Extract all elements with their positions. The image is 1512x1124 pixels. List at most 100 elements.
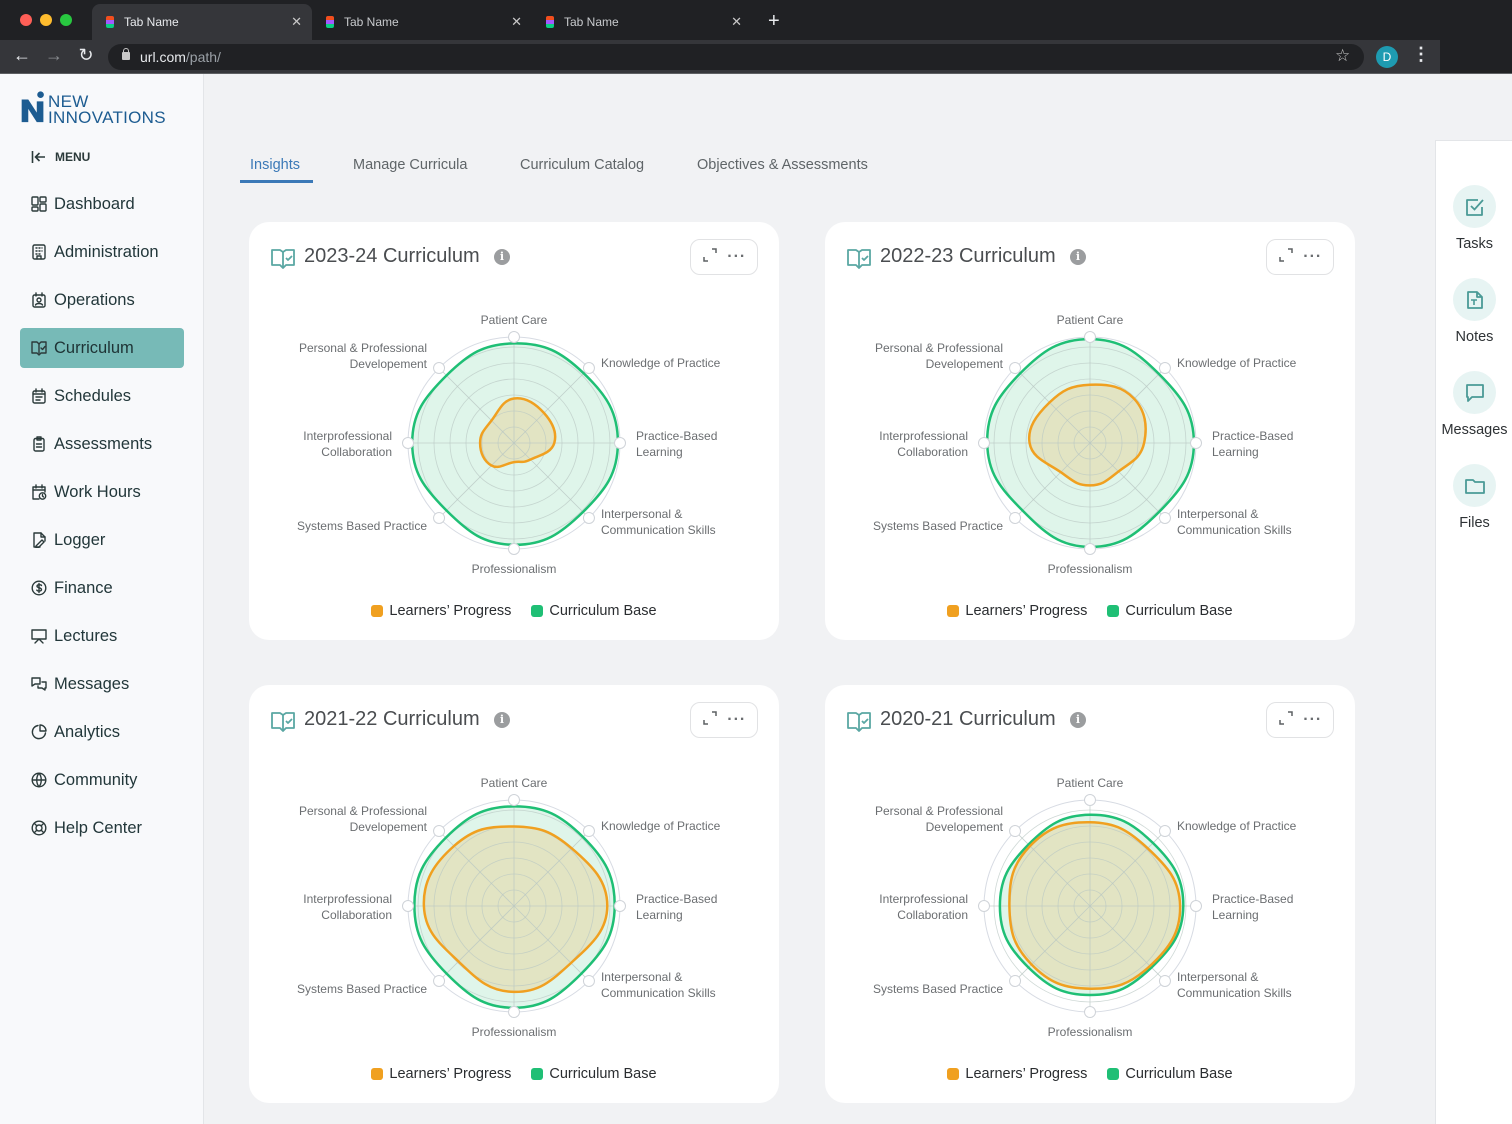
browser-tab[interactable]: Tab Name ✕ [92, 4, 312, 40]
back-arrow-icon[interactable]: ← [10, 45, 34, 66]
radar-axis-label-line: Patient Care [1057, 776, 1124, 790]
bookmark-star-icon[interactable]: ☆ [1335, 46, 1350, 66]
sidebar-item-operations[interactable]: Operations [20, 280, 184, 320]
forward-arrow-icon[interactable]: → [42, 45, 66, 66]
radar-axis-handle[interactable] [582, 511, 595, 524]
browser-menu-icon[interactable]: ⋮ [1412, 44, 1430, 65]
radar-axis-handle[interactable] [1009, 362, 1022, 375]
radar-axis-handle[interactable] [1084, 1006, 1096, 1018]
rail-tasks[interactable]: Tasks [1436, 185, 1512, 252]
legend-item-learners-progress[interactable]: Learners’ Progress [371, 1066, 511, 1082]
reload-icon[interactable]: ↻ [74, 45, 98, 66]
radar-axis-handle[interactable] [1158, 511, 1171, 524]
radar-axis-handle[interactable] [508, 331, 520, 343]
radar-axis-handle[interactable] [433, 362, 446, 375]
close-tab-icon[interactable]: ✕ [731, 14, 742, 30]
sidebar-item-finance[interactable]: Finance [20, 568, 184, 608]
legend-item-curriculum-base[interactable]: Curriculum Base [1107, 603, 1233, 619]
legend-item-curriculum-base[interactable]: Curriculum Base [531, 603, 657, 619]
info-icon[interactable]: i [1070, 249, 1086, 265]
radar-axis-handle[interactable] [582, 825, 595, 838]
tab-curriculum-catalog[interactable]: Curriculum Catalog [520, 157, 644, 173]
radar-axis-handle[interactable] [1190, 437, 1202, 449]
more-options-icon[interactable]: ··· [727, 248, 746, 266]
radar-axis-handle[interactable] [582, 974, 595, 987]
radar-axis-handle[interactable] [1158, 825, 1171, 838]
radar-axis-handle[interactable] [1158, 974, 1171, 987]
radar-axis-handle[interactable] [1009, 825, 1022, 838]
book-check-icon [847, 712, 871, 732]
url-path: /path/ [185, 49, 221, 65]
expand-icon[interactable] [1278, 710, 1294, 731]
new-tab-plus-icon[interactable]: + [768, 10, 780, 33]
sidebar-item-logger[interactable]: Logger [20, 520, 184, 560]
address-bar[interactable]: url.com/path/ [108, 44, 1364, 70]
radar-axis-handle[interactable] [1084, 543, 1096, 555]
sidebar-item-community[interactable]: Community [20, 760, 184, 800]
menu-label: MENU [55, 150, 91, 164]
info-icon[interactable]: i [494, 249, 510, 265]
sidebar-item-curriculum[interactable]: Curriculum [20, 328, 184, 368]
expand-icon[interactable] [702, 247, 718, 268]
close-window-button[interactable] [20, 14, 32, 26]
radar-axis-handle[interactable] [1084, 794, 1096, 806]
radar-axis-handle[interactable] [402, 900, 414, 912]
sidebar-item-administration[interactable]: Administration [20, 232, 184, 272]
id-badge-icon [32, 292, 46, 308]
radar-axis-handle[interactable] [1190, 900, 1202, 912]
tab-insights[interactable]: Insights [250, 157, 300, 173]
radar-axis-label-line: Communication Skills [601, 523, 716, 537]
sidebar-item-work-hours[interactable]: Work Hours [20, 472, 184, 512]
radar-axis-handle[interactable] [1158, 362, 1171, 375]
close-tab-icon[interactable]: ✕ [291, 14, 302, 30]
legend-item-learners-progress[interactable]: Learners’ Progress [947, 1066, 1087, 1082]
expand-icon[interactable] [702, 710, 718, 731]
radar-axis-handle[interactable] [1009, 974, 1022, 987]
sidebar-item-analytics[interactable]: Analytics [20, 712, 184, 752]
sidebar-item-schedules[interactable]: Schedules [20, 376, 184, 416]
sidebar-item-assessments[interactable]: Assessments [20, 424, 184, 464]
more-options-icon[interactable]: ··· [1303, 248, 1322, 266]
menu-collapse-toggle[interactable]: MENU [31, 150, 90, 164]
sidebar-item-help-center[interactable]: Help Center [20, 808, 184, 848]
sidebar-item-messages[interactable]: Messages [20, 664, 184, 704]
rail-files[interactable]: Files [1436, 464, 1512, 531]
legend-item-learners-progress[interactable]: Learners’ Progress [947, 603, 1087, 619]
radar-axis-handle[interactable] [508, 794, 520, 806]
radar-axis-handle[interactable] [1084, 331, 1096, 343]
legend-item-curriculum-base[interactable]: Curriculum Base [531, 1066, 657, 1082]
tab-objectives-assessments[interactable]: Objectives & Assessments [697, 157, 868, 173]
info-icon[interactable]: i [494, 712, 510, 728]
new-innovations-logo[interactable]: NEW INNOVATIONS [20, 90, 166, 126]
browser-tab[interactable]: Tab Name ✕ [532, 4, 752, 40]
radar-axis-label: Systems Based Practice [873, 982, 1003, 996]
minimize-window-button[interactable] [40, 14, 52, 26]
browser-tab[interactable]: Tab Name ✕ [312, 4, 532, 40]
radar-axis-handle[interactable] [1009, 511, 1022, 524]
sidebar-item-dashboard[interactable]: Dashboard [20, 184, 184, 224]
tab-manage-curricula[interactable]: Manage Curricula [353, 157, 467, 173]
more-options-icon[interactable]: ··· [1303, 711, 1322, 729]
radar-axis-handle[interactable] [433, 511, 446, 524]
radar-axis-handle[interactable] [614, 900, 626, 912]
legend-item-learners-progress[interactable]: Learners’ Progress [371, 603, 511, 619]
radar-axis-handle[interactable] [978, 437, 990, 449]
radar-axis-handle[interactable] [978, 900, 990, 912]
radar-axis-handle[interactable] [614, 437, 626, 449]
rail-notes[interactable]: Notes [1436, 278, 1512, 345]
radar-axis-handle[interactable] [508, 543, 520, 555]
maximize-window-button[interactable] [60, 14, 72, 26]
legend-item-curriculum-base[interactable]: Curriculum Base [1107, 1066, 1233, 1082]
profile-avatar[interactable]: D [1376, 46, 1398, 68]
close-tab-icon[interactable]: ✕ [511, 14, 522, 30]
info-icon[interactable]: i [1070, 712, 1086, 728]
rail-messages[interactable]: Messages [1436, 371, 1512, 438]
radar-axis-handle[interactable] [508, 1006, 520, 1018]
radar-axis-handle[interactable] [433, 825, 446, 838]
sidebar-item-lectures[interactable]: Lectures [20, 616, 184, 656]
radar-axis-handle[interactable] [402, 437, 414, 449]
more-options-icon[interactable]: ··· [727, 711, 746, 729]
expand-icon[interactable] [1278, 247, 1294, 268]
radar-axis-handle[interactable] [582, 362, 595, 375]
radar-axis-handle[interactable] [433, 974, 446, 987]
